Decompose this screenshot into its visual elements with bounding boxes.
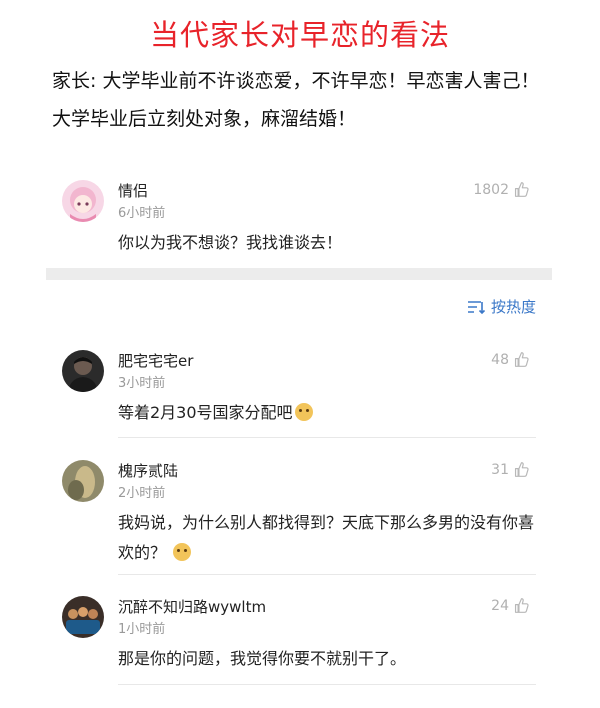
username[interactable]: 情侣 [118, 180, 148, 201]
doge-emoji-icon [294, 403, 313, 421]
intro-text: 家长: 大学毕业前不许谈恋爱，不许早恋！早恋害人害己！ 大学毕业后立刻处对象，麻… [52, 62, 572, 138]
like-button[interactable]: 48 [491, 351, 530, 368]
thumbs-up-icon [514, 352, 529, 367]
avatar[interactable] [62, 180, 104, 222]
avatar[interactable] [62, 596, 104, 638]
comment-item: 沉醉不知归路wywltm 1小时前 24 那是你的问题，我觉得你要不就别干了。 [62, 596, 536, 676]
comment-divider [118, 574, 536, 575]
username[interactable]: 槐序贰陆 [118, 460, 178, 481]
page-title: 当代家长对早恋的看法 [149, 18, 450, 52]
comment-text-wrap: 等着2月30号国家分配吧 [118, 398, 538, 428]
intro-line-1: 家长: 大学毕业前不许谈恋爱，不许早恋！早恋害人害己！ [52, 70, 540, 92]
sort-label: 按热度 [490, 298, 536, 316]
comment-text: 你以为我不想谈？我找谁谈去！ [118, 233, 343, 252]
thumbs-up-icon [514, 462, 529, 477]
username[interactable]: 沉醉不知归路wywltm [118, 596, 266, 617]
thumbs-up-icon [514, 598, 529, 613]
username[interactable]: 肥宅宅宅er [118, 350, 193, 371]
like-count: 24 [491, 597, 509, 614]
comment-item: 槐序贰陆 2小时前 31 我妈说，为什么别人都找得到？天底下那么多男的没有你喜欢… [62, 460, 536, 570]
like-button[interactable]: 31 [491, 461, 530, 478]
comment-divider [118, 437, 536, 438]
section-divider [46, 268, 552, 280]
comment-item: 肥宅宅宅er 3小时前 48 等着2月30号国家分配吧 [62, 350, 536, 430]
doge-emoji-icon [173, 543, 192, 561]
thumbs-up-icon [514, 182, 529, 197]
comment-divider [118, 684, 536, 685]
comment-text-wrap: 我妈说，为什么别人都找得到？天底下那么多男的没有你喜欢的？ [118, 508, 538, 568]
like-count: 1802 [473, 181, 509, 198]
like-button[interactable]: 24 [491, 597, 530, 614]
sort-icon [467, 300, 485, 314]
comment-time: 6小时前 [118, 206, 166, 221]
comment-time: 3小时前 [118, 376, 166, 391]
comment-text: 等着2月30号国家分配吧 [118, 403, 293, 422]
like-count: 31 [491, 461, 509, 478]
comment-time: 2小时前 [118, 486, 166, 501]
avatar[interactable] [62, 460, 104, 502]
avatar[interactable] [62, 350, 104, 392]
intro-line-2: 大学毕业后立刻处对象，麻溜结婚！ [52, 108, 357, 130]
pinned-comment: 情侣 6小时前 1802 你以为我不想谈？我找谁谈去！ [62, 180, 536, 260]
like-button[interactable]: 1802 [473, 181, 530, 198]
comment-text: 那是你的问题，我觉得你要不就别干了。 [118, 649, 407, 668]
like-count: 48 [491, 351, 509, 368]
comment-time: 1小时前 [118, 622, 166, 637]
sort-by-hot-button[interactable]: 按热度 [467, 296, 536, 317]
